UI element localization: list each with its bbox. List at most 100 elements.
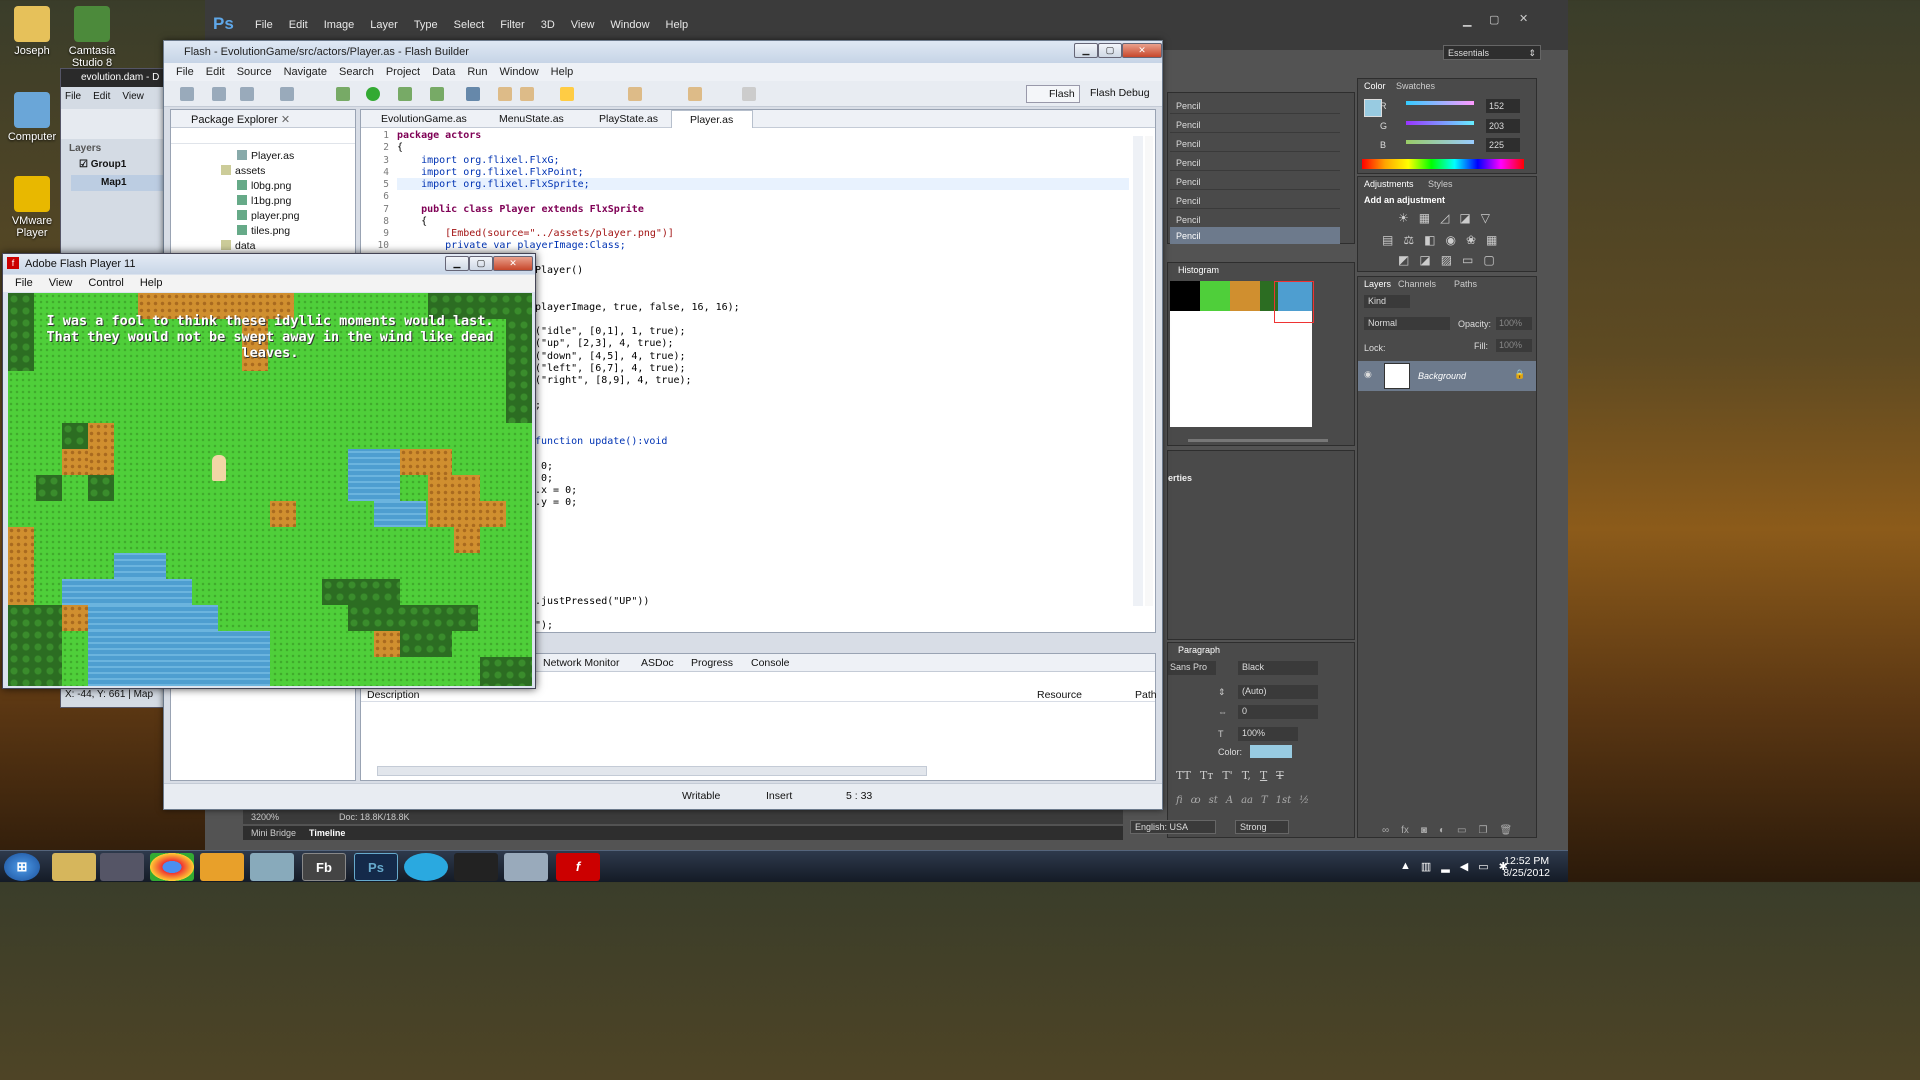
perspective-flash-debug[interactable]: Flash Debug	[1074, 85, 1154, 103]
desktop-icon-vmware[interactable]: VMware Player	[2, 176, 62, 239]
code-line[interactable]: ");	[535, 620, 553, 631]
fp-minimize-button[interactable]: ▁	[445, 256, 469, 271]
taskbar-photoshop[interactable]: Ps	[354, 853, 398, 881]
posterize-icon[interactable]: ◪	[1419, 253, 1430, 267]
tab-console[interactable]: Console	[751, 657, 790, 669]
code-line[interactable]: .justPressed("UP"))	[535, 596, 649, 607]
g-slider[interactable]	[1406, 121, 1474, 125]
fp-menu-file[interactable]: File	[7, 275, 41, 292]
export-icon[interactable]	[430, 87, 444, 101]
code-line[interactable]: import org.flixel.FlxPoint;	[397, 167, 584, 178]
tiled-group-row[interactable]: ☑ Group1	[79, 159, 126, 170]
subscript-button[interactable]: T,	[1242, 769, 1251, 782]
swash-button[interactable]: A	[1226, 795, 1233, 806]
tiled-menu-view[interactable]: View	[122, 91, 144, 102]
levels-icon[interactable]: ▦	[1419, 211, 1430, 225]
checkbox-icon[interactable]: ☑	[79, 159, 88, 170]
clock[interactable]: 12:52 PM 8/25/2012	[1503, 855, 1550, 879]
superscript-button[interactable]: T'	[1222, 769, 1232, 782]
calculator-icon[interactable]	[504, 853, 548, 881]
tree-item[interactable]: l0bg.png	[237, 180, 291, 192]
fb-close-button[interactable]: ✕	[1122, 43, 1162, 58]
tab-progress[interactable]: Progress	[691, 657, 733, 669]
history-item[interactable]: Pencil	[1170, 97, 1340, 114]
tiled-menu-edit[interactable]: Edit	[93, 91, 110, 102]
color-spectrum[interactable]	[1362, 159, 1524, 169]
ps-menu-edit[interactable]: Edit	[281, 19, 316, 31]
ps-menu-3d[interactable]: 3D	[533, 19, 563, 31]
fb-menu-project[interactable]: Project	[380, 63, 426, 81]
zoom-level[interactable]: 3200%	[251, 812, 279, 822]
b-value[interactable]: 225	[1486, 138, 1520, 152]
link-icon[interactable]: ∞	[1382, 825, 1389, 836]
tab-swatches[interactable]: Swatches	[1396, 81, 1435, 91]
invert-icon[interactable]: ◩	[1398, 253, 1409, 267]
debug-icon[interactable]	[336, 87, 350, 101]
r-value[interactable]: 152	[1486, 99, 1520, 113]
tab-color[interactable]: Color	[1364, 81, 1386, 91]
fb-menu-data[interactable]: Data	[426, 63, 461, 81]
network-icon[interactable]: ▥	[1421, 860, 1431, 873]
layer-name[interactable]: Background	[1418, 371, 1466, 381]
back-icon[interactable]	[688, 87, 702, 101]
code-line[interactable]: .x = 0;	[535, 485, 577, 496]
taskbar-flash-builder[interactable]: Fb	[302, 853, 346, 881]
tree-item[interactable]: l1bg.png	[237, 195, 291, 207]
tab-network-monitor[interactable]: Network Monitor	[543, 657, 619, 669]
code-line[interactable]: 0;	[535, 461, 553, 472]
profile-icon[interactable]	[398, 87, 412, 101]
tab-paragraph[interactable]: Paragraph	[1178, 645, 1220, 655]
code-line[interactable]: ("up", [2,3], 4, true);	[535, 338, 673, 349]
underline-button[interactable]: T	[1260, 769, 1267, 782]
volume-icon[interactable]: ◀	[1460, 860, 1468, 873]
editor-vertical-scrollbar[interactable]	[1133, 136, 1143, 606]
game-canvas[interactable]: I was a fool to think these idyllic mome…	[8, 293, 532, 686]
fb-menu-run[interactable]: Run	[461, 63, 493, 81]
layer-kind-filter[interactable]: Kind	[1364, 295, 1410, 308]
print-icon[interactable]	[280, 87, 294, 101]
open-icon[interactable]	[212, 87, 226, 101]
balance-icon[interactable]: ⚖	[1403, 233, 1414, 247]
fp-menu-control[interactable]: Control	[80, 275, 131, 292]
eye-icon[interactable]: ◉	[1364, 369, 1372, 380]
mask-icon[interactable]: ◙	[1421, 825, 1427, 836]
language-select[interactable]: English: USA	[1130, 820, 1216, 834]
forward-icon[interactable]	[742, 87, 756, 101]
b-slider[interactable]	[1406, 140, 1474, 144]
ps-menu-window[interactable]: Window	[602, 19, 657, 31]
run-icon[interactable]	[366, 87, 380, 101]
g-value[interactable]: 203	[1486, 119, 1520, 133]
tree-item[interactable]: tiles.png	[237, 225, 290, 237]
twitter-icon[interactable]	[404, 853, 448, 881]
tab-playstate[interactable]: PlayState.as	[581, 112, 666, 125]
tab-channels[interactable]: Channels	[1398, 279, 1436, 289]
notepad-icon[interactable]	[250, 853, 294, 881]
new-icon[interactable]	[180, 87, 194, 101]
fb-menu-edit[interactable]: Edit	[200, 63, 231, 81]
tab-paths[interactable]: Paths	[1454, 279, 1477, 289]
ps-minimize-button[interactable]: ▁	[1463, 14, 1471, 27]
tab-histogram[interactable]: Histogram	[1178, 265, 1219, 275]
chrome-icon[interactable]	[150, 853, 194, 881]
next-annotation-icon[interactable]	[628, 87, 642, 101]
save-icon[interactable]	[240, 87, 254, 101]
tree-item[interactable]: Player.as	[237, 150, 294, 162]
history-item-selected[interactable]: Pencil	[1170, 227, 1340, 244]
start-button[interactable]: ⊞	[4, 853, 40, 881]
search-icon[interactable]	[466, 87, 480, 101]
code-line[interactable]: ("down", [4,5], 4, true);	[535, 351, 686, 362]
tiled-map-row[interactable]: Map1	[71, 175, 169, 191]
font-color-select[interactable]: Black	[1238, 661, 1318, 675]
photo-filter-icon[interactable]: ◉	[1445, 233, 1455, 247]
fp-close-button[interactable]: ✕	[493, 256, 533, 271]
fp-menu-view[interactable]: View	[41, 275, 81, 292]
ps-workspace-select[interactable]: Essentials ⇕	[1443, 45, 1541, 60]
mixer-icon[interactable]: ❀	[1466, 233, 1476, 247]
tab-layers[interactable]: Layers	[1364, 279, 1391, 289]
outlook-icon[interactable]	[200, 853, 244, 881]
font-family-select[interactable]: Sans Pro	[1168, 661, 1216, 675]
desktop-icon-camtasia[interactable]: Camtasia Studio 8	[62, 6, 122, 69]
history-item[interactable]: Pencil	[1170, 192, 1340, 209]
tab-player[interactable]: Player.as	[671, 110, 753, 128]
code-line[interactable]: [Embed(source="../assets/player.png")]	[397, 228, 674, 239]
